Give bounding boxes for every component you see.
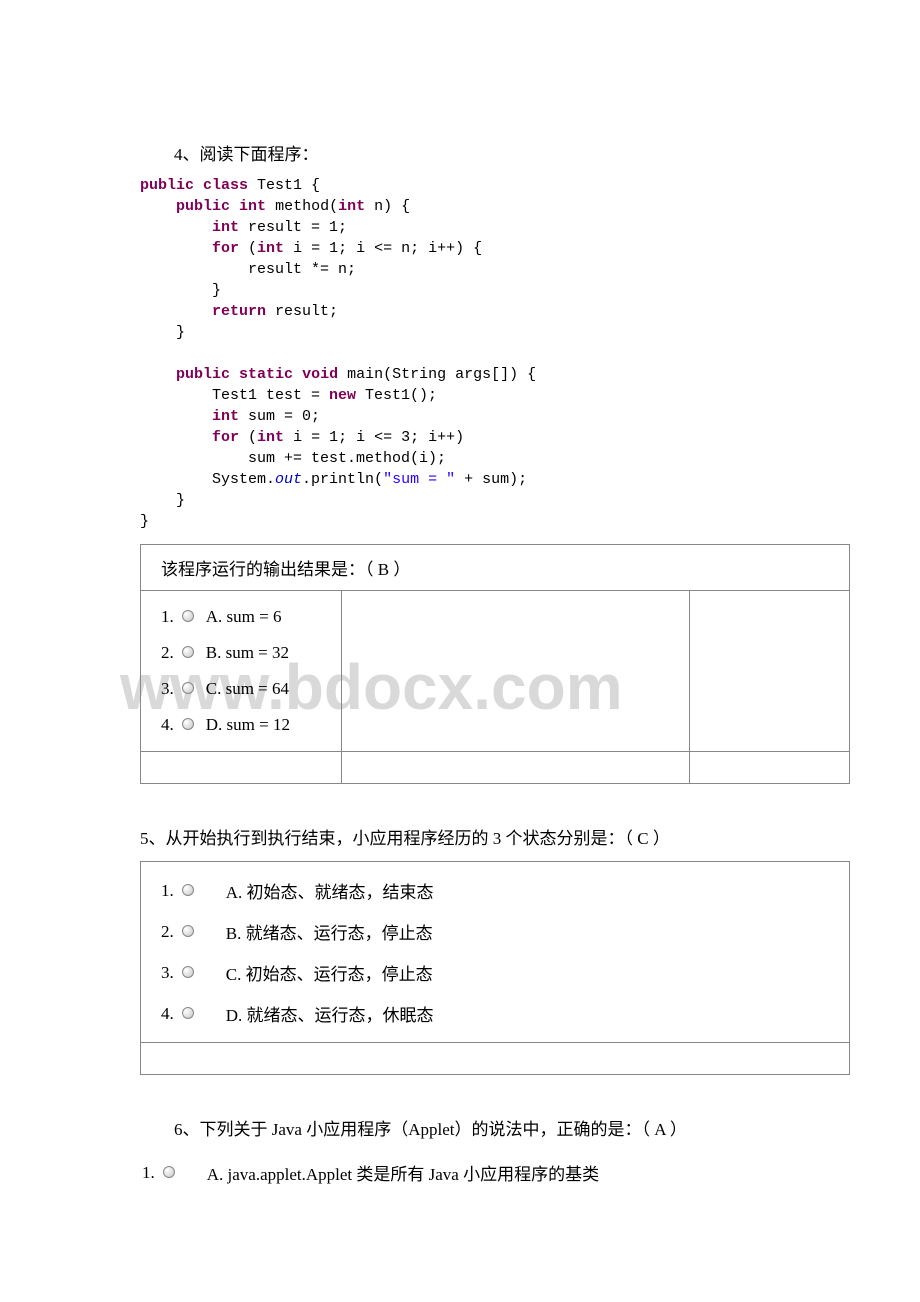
kw-class: class	[203, 177, 248, 194]
q5-title: 5、从开始执行到执行结束，小应用程序经历的 3 个状态分别是：（ C ）	[140, 824, 850, 849]
option-label: B. sum = 32	[206, 643, 289, 663]
kw-public: public	[176, 198, 230, 215]
kw-int: int	[338, 198, 365, 215]
radio-icon[interactable]	[182, 1007, 194, 1019]
q5-option-c[interactable]: 3. C. 初始态、运行态，停止态	[161, 952, 839, 993]
code-text: i = 1; i <= n; i++) {	[284, 240, 482, 257]
radio-icon[interactable]	[182, 966, 194, 978]
kw-static: static	[239, 366, 293, 383]
empty-cell	[689, 591, 849, 751]
code-text: result = 1;	[239, 219, 347, 236]
empty-cell	[141, 752, 341, 783]
q6-title: 6、下列关于 Java 小应用程序（Applet）的说法中，正确的是：（ A ）	[140, 1115, 850, 1140]
q6-option-a[interactable]: 1. A. java.applet.Applet 类是所有 Java 小应用程序…	[140, 1152, 850, 1193]
q5-option-d[interactable]: 4. D. 就绪态、运行态，休眠态	[161, 993, 839, 1034]
kw-for: for	[212, 429, 239, 446]
code-block: public class Test1 { public int method(i…	[140, 175, 850, 532]
kw-int: int	[257, 429, 284, 446]
option-number: 2.	[161, 922, 174, 942]
empty-cell	[341, 752, 689, 783]
code-text: Test1();	[356, 387, 437, 404]
code-text: Test1 {	[248, 177, 320, 194]
kw-public: public	[140, 177, 194, 194]
q5-answer-box: 1. A. 初始态、就绪态，结束态 2. B. 就绪态、运行态，停止态 3. C…	[140, 861, 850, 1075]
code-text: main(String args[]) {	[338, 366, 536, 383]
code-text: }	[140, 282, 221, 299]
q4-option-b[interactable]: 2. B. sum = 32	[161, 635, 321, 671]
radio-icon[interactable]	[182, 646, 194, 658]
code-text: method(	[266, 198, 338, 215]
option-number: 1.	[142, 1163, 155, 1183]
option-number: 1.	[161, 607, 174, 627]
q4-title: 4、阅读下面程序：	[140, 140, 850, 165]
radio-icon[interactable]	[163, 1166, 175, 1178]
radio-icon[interactable]	[182, 610, 194, 622]
q5-footer-row	[141, 1042, 849, 1074]
q4-option-a[interactable]: 1. A. sum = 6	[161, 599, 321, 635]
code-text: n) {	[365, 198, 410, 215]
radio-icon[interactable]	[182, 884, 194, 896]
empty-cell	[341, 591, 689, 751]
kw-public: public	[176, 366, 230, 383]
q4-option-c[interactable]: 3. C. sum = 64	[161, 671, 321, 707]
kw-int: int	[239, 198, 266, 215]
kw-int: int	[212, 408, 239, 425]
code-text: System.	[140, 471, 275, 488]
q5-option-a[interactable]: 1. A. 初始态、就绪态，结束态	[161, 870, 839, 911]
option-number: 1.	[161, 881, 174, 901]
option-number: 4.	[161, 1004, 174, 1024]
code-text: + sum);	[455, 471, 527, 488]
option-number: 2.	[161, 643, 174, 663]
code-out: out	[275, 471, 302, 488]
code-text: sum = 0;	[239, 408, 320, 425]
kw-void: void	[302, 366, 338, 383]
kw-int: int	[257, 240, 284, 257]
radio-icon[interactable]	[182, 925, 194, 937]
q4-footer-row	[141, 751, 849, 783]
option-label: B. 就绪态、运行态，停止态	[206, 919, 433, 944]
code-text: (	[239, 429, 257, 446]
code-string: "sum = "	[383, 471, 455, 488]
q4-result-line: 该程序运行的输出结果是：（ B ）	[141, 545, 849, 591]
code-text: sum += test.method(i);	[140, 450, 446, 467]
option-label: A. sum = 6	[206, 607, 282, 627]
q5-option-b[interactable]: 2. B. 就绪态、运行态，停止态	[161, 911, 839, 952]
radio-icon[interactable]	[182, 718, 194, 730]
code-text: result;	[266, 303, 338, 320]
code-text: result *= n;	[140, 261, 356, 278]
code-text: Test1 test =	[140, 387, 329, 404]
radio-icon[interactable]	[182, 682, 194, 694]
option-label: C. sum = 64	[206, 679, 289, 699]
option-label: D. 就绪态、运行态，休眠态	[206, 1001, 434, 1026]
option-label: A. java.applet.Applet 类是所有 Java 小应用程序的基类	[187, 1160, 599, 1185]
code-text: .println(	[302, 471, 383, 488]
code-text: (	[239, 240, 257, 257]
option-label: A. 初始态、就绪态，结束态	[206, 878, 434, 903]
option-number: 4.	[161, 715, 174, 735]
code-text: }	[140, 492, 185, 509]
kw-for: for	[212, 240, 239, 257]
kw-int: int	[212, 219, 239, 236]
option-number: 3.	[161, 963, 174, 983]
kw-new: new	[329, 387, 356, 404]
empty-cell	[689, 752, 849, 783]
code-text: i = 1; i <= 3; i++)	[284, 429, 464, 446]
q4-answer-box: 该程序运行的输出结果是：（ B ） 1. A. sum = 6 2. B. su…	[140, 544, 850, 784]
code-text: }	[140, 324, 185, 341]
code-text: }	[140, 513, 149, 530]
kw-return: return	[212, 303, 266, 320]
option-label: D. sum = 12	[206, 715, 290, 735]
option-number: 3.	[161, 679, 174, 699]
q4-option-d[interactable]: 4. D. sum = 12	[161, 707, 321, 743]
option-label: C. 初始态、运行态，停止态	[206, 960, 433, 985]
